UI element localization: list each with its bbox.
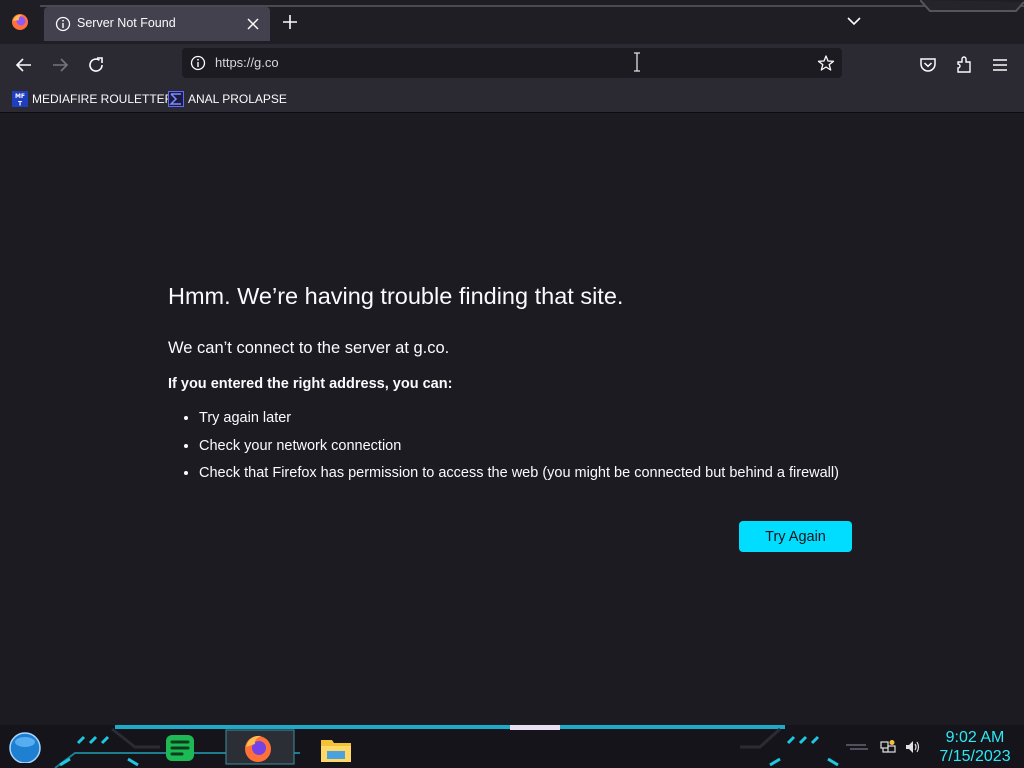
list-item: Check that Firefox has permission to acc… [199, 464, 839, 492]
forward-arrow-icon[interactable] [49, 54, 71, 76]
spotify-icon[interactable] [162, 729, 198, 765]
bookmark-label: ANAL PROLAPSE [188, 92, 287, 106]
text-cursor-icon [634, 52, 640, 72]
bookmark-anal-prolapse[interactable]: ANAL PROLAPSE [168, 90, 287, 108]
navigation-toolbar: https://g.co [0, 44, 1024, 84]
tab-title: Server Not Found [77, 16, 176, 30]
pocket-icon[interactable] [917, 54, 939, 76]
file-explorer-icon[interactable] [318, 729, 354, 765]
bookmark-mediafire-rouletter[interactable]: MF T MEDIAFIRE ROULETTER [12, 90, 173, 108]
url-text[interactable]: https://g.co [215, 55, 279, 70]
new-tab-icon[interactable] [280, 12, 300, 32]
tab-server-not-found[interactable]: Server Not Found [44, 7, 270, 41]
suggestion-list: Try again later Check your network conne… [168, 409, 839, 492]
sigma-icon [168, 91, 184, 107]
bookmarks-toolbar: MF T MEDIAFIRE ROULETTER ANAL PROLAPSE [0, 84, 1024, 113]
error-hint: If you entered the right address, you ca… [168, 376, 453, 392]
clock[interactable]: 9:02 AM 7/15/2023 [930, 728, 1020, 766]
taskbar: 9:02 AM 7/15/2023 [0, 725, 1024, 768]
tab-bar: Server Not Found [0, 0, 1024, 44]
taskbar-skin [54, 725, 868, 768]
volume-icon[interactable] [904, 739, 922, 755]
clock-time: 9:02 AM [945, 729, 1005, 746]
back-arrow-icon[interactable] [13, 54, 35, 76]
error-page: Hmm. We’re having trouble finding that s… [0, 113, 1024, 725]
window-frame-decoration [920, 0, 1024, 12]
list-item: Check your network connection [199, 437, 839, 465]
mediafire-icon: MF T [12, 91, 28, 107]
list-item: Try again later [199, 409, 839, 437]
svg-text:MF: MF [15, 93, 25, 100]
error-description: We can’t connect to the server at g.co. [168, 339, 450, 357]
address-bar[interactable]: https://g.co [182, 48, 842, 78]
hamburger-menu-icon[interactable] [989, 54, 1011, 76]
network-icon[interactable] [880, 739, 896, 755]
extensions-icon[interactable] [953, 54, 975, 76]
error-title: Hmm. We’re having trouble finding that s… [168, 283, 624, 309]
reload-icon[interactable] [85, 54, 107, 76]
info-icon [55, 16, 71, 32]
clock-date: 7/15/2023 [939, 748, 1011, 765]
bookmark-label: MEDIAFIRE ROULETTER [32, 92, 174, 106]
bookmark-star-icon[interactable] [817, 54, 835, 72]
site-info-icon[interactable] [190, 55, 206, 71]
chevron-down-icon[interactable] [844, 11, 864, 31]
close-tab-icon[interactable] [244, 15, 262, 33]
try-again-button[interactable]: Try Again [739, 521, 852, 552]
start-button[interactable] [7, 731, 43, 763]
firefox-menu-icon[interactable] [10, 12, 30, 32]
firefox-icon[interactable] [240, 729, 276, 765]
